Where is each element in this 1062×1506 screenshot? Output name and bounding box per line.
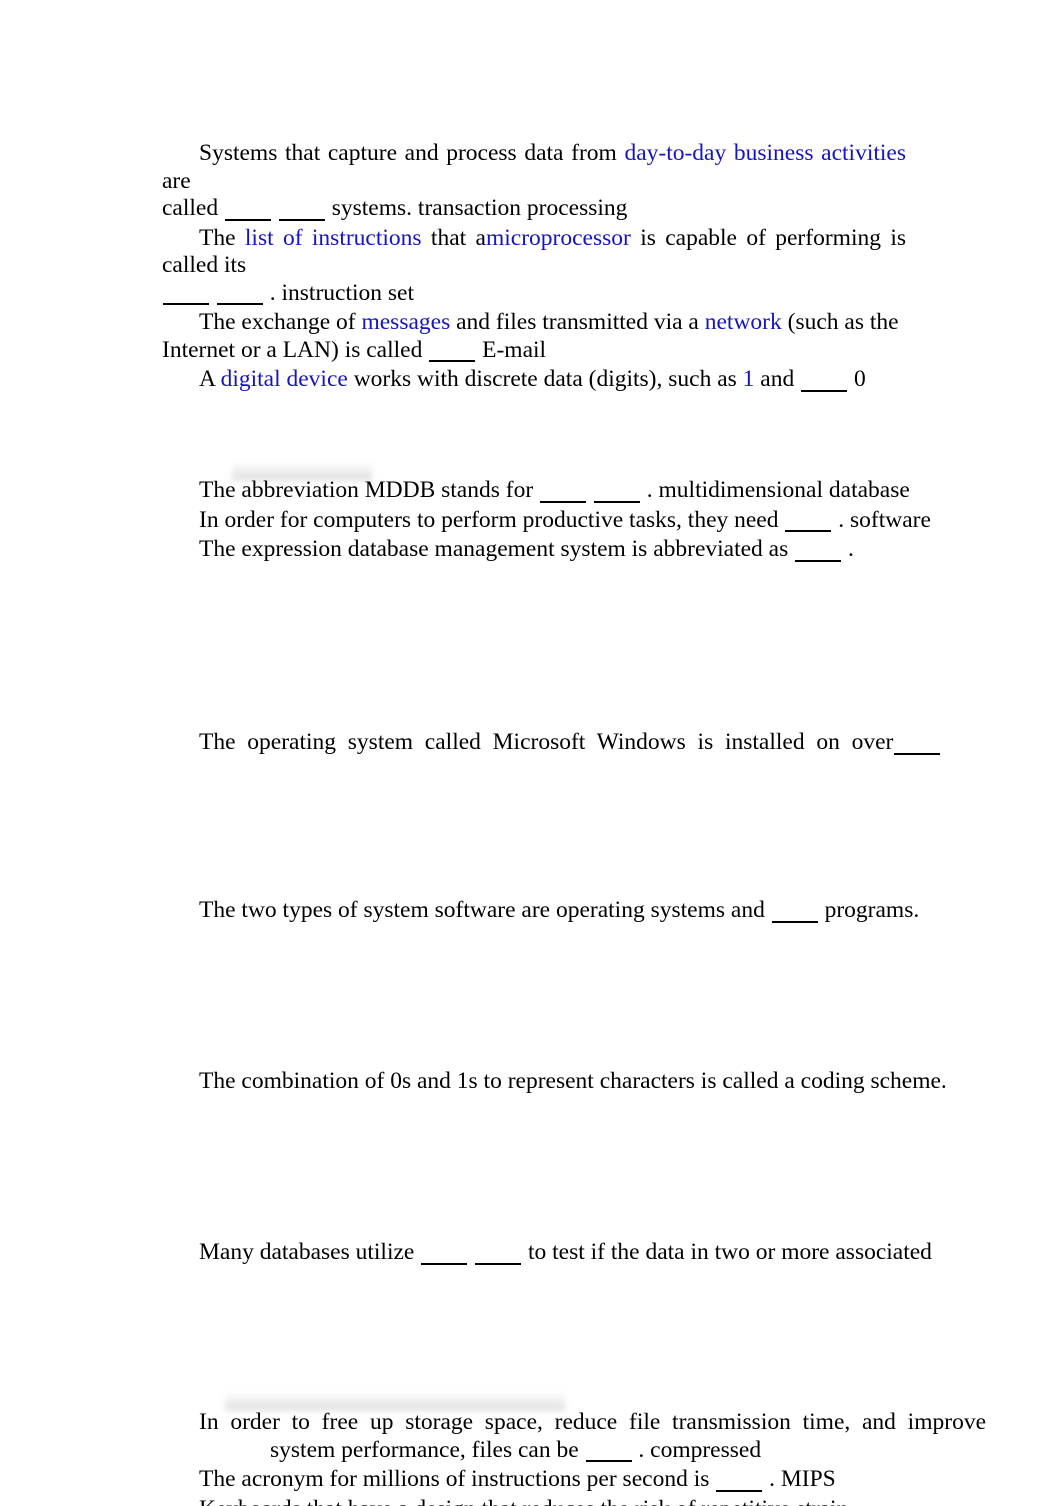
document-page: Systems that capture and process data fr… (0, 0, 1062, 1506)
question-1-line-2: called ____ ____ systems. transaction pr… (162, 195, 906, 225)
q3-answer: E-mail (482, 336, 547, 363)
q8-text: The operating system called Microsoft Wi… (199, 729, 894, 755)
question-block-3: The operating system called Microsoft Wi… (199, 729, 941, 759)
q9-tail: programs. (818, 897, 920, 923)
q1-line2-lead: called (162, 195, 224, 221)
q5-blank-sep (587, 477, 593, 503)
q13-blank-1[interactable]: ____ (716, 1462, 763, 1492)
q6-blank-1[interactable]: ____ (785, 503, 832, 532)
question-block-6: Many databases utilize ____ ____ to test… (199, 1239, 959, 1269)
q9-lead: The two types of system software are ope… (199, 897, 771, 923)
q7-blank-1[interactable]: ____ (795, 532, 842, 562)
q7-lead: The expression database management syste… (199, 536, 795, 562)
q3-line2-lead: Internet or a LAN) is called (162, 336, 429, 363)
q4-blank-1[interactable]: ____ (801, 362, 848, 392)
q3-line1-mid: and files transmitted via a (450, 309, 705, 335)
q2-blank-1[interactable]: ____ (163, 276, 209, 305)
q3-term-network: network (704, 309, 782, 335)
q5-lead: The abbreviation MDDB stands for (199, 477, 540, 503)
q5-blank-2[interactable]: ____ (593, 473, 640, 503)
question-12-line-2: system performance, files can be ____ . … (199, 1437, 908, 1467)
q6-answer: software (849, 506, 931, 533)
q2-blank-sep (210, 280, 216, 306)
q14-text: Keyboards that have a design that reduce… (199, 1496, 848, 1506)
question-13: The acronym for millions of instructions… (199, 1466, 908, 1496)
question-12-line-1: In order to free up storage space, reduc… (199, 1409, 986, 1437)
q2-blank-2[interactable]: ____ (216, 276, 263, 305)
q3-term-messages: messages (361, 309, 451, 335)
q1-answer: transaction processing (417, 195, 628, 221)
q2-line1-mid: that a (421, 224, 486, 251)
q11-blank-1[interactable]: ____ (421, 1235, 468, 1265)
q1-term-day-to-day: day-to-day business activities (624, 140, 906, 166)
q1-blank-2[interactable]: ____ (278, 191, 325, 221)
q5-answer: multidimensional database (658, 477, 910, 503)
q13-lead: The acronym for millions of instructions… (199, 1466, 716, 1492)
q2-term-microprocessor: microprocessor (485, 224, 631, 251)
question-block-5: The combination of 0s and 1s to represen… (199, 1068, 959, 1096)
q6-lead: In order for computers to perform produc… (199, 506, 785, 533)
q1-line1-tail: are (162, 167, 191, 194)
q11-blank-sep (468, 1239, 474, 1265)
question-3: The exchange of messages and files trans… (162, 309, 906, 337)
q3-line1-lead: The exchange of (199, 309, 362, 335)
q4-lead: A (199, 366, 221, 392)
q1-line1-lead: Systems that capture and process data fr… (199, 140, 625, 166)
q12-blank-1[interactable]: ____ (585, 1433, 632, 1462)
q11-tail: to test if the data in two or more assoc… (522, 1239, 932, 1265)
question-block-2: The abbreviation MDDB stands for ____ __… (199, 477, 959, 566)
q12-answer: compressed (650, 1436, 762, 1463)
question-8: The operating system called Microsoft Wi… (199, 729, 941, 759)
q2-term-list-of-instructions: list of instructions (244, 224, 422, 251)
question-11: Many databases utilize ____ ____ to test… (199, 1239, 959, 1269)
q11-blank-2[interactable]: ____ (475, 1235, 522, 1265)
q1-line2-mid: systems. (325, 195, 418, 221)
q4-term-digital-device: digital device (220, 366, 348, 392)
question-5: The abbreviation MDDB stands for ____ __… (199, 477, 959, 507)
q4-mid-1: works with discrete data (digits), such … (347, 366, 743, 392)
q5-blank-1[interactable]: ____ (540, 473, 587, 503)
q10-text: The combination of 0s and 1s to represen… (199, 1068, 947, 1094)
question-block-1: Systems that capture and process data fr… (162, 140, 906, 396)
question-2: The list of instructions that amicroproc… (162, 225, 906, 280)
q8-blank-1[interactable]: ____ (894, 725, 941, 755)
question-10: The combination of 0s and 1s to represen… (199, 1068, 959, 1096)
q13-mid: . (763, 1466, 781, 1492)
question-7: The expression database management syste… (199, 536, 959, 566)
q7-tail: . (842, 536, 854, 562)
q1-blank-1[interactable]: ____ (224, 191, 271, 221)
q3-line1-tail: (such as the (781, 309, 899, 335)
question-9: The two types of system software are ope… (199, 897, 959, 927)
q2-line2-mid: . (263, 279, 282, 306)
q6-mid: . (832, 506, 850, 533)
question-2-line-2: ____ ____ . instruction set (162, 280, 906, 310)
q1-blank-sep (272, 195, 278, 221)
question-3-line-2: Internet or a LAN) is called ____ E-mail (162, 337, 906, 367)
q4-mid-2: and (754, 366, 801, 392)
q5-mid: . (640, 477, 659, 503)
q13-answer: MIPS (780, 1466, 836, 1492)
q2-line1-lead: The (199, 224, 245, 251)
q4-term-one: 1 (742, 366, 755, 392)
question-block-4: The two types of system software are ope… (199, 897, 959, 927)
question-6: In order for computers to perform produc… (199, 507, 959, 537)
q3-blank-1[interactable]: ____ (429, 333, 476, 362)
question-4: A digital device works with discrete dat… (162, 366, 906, 396)
question-1: Systems that capture and process data fr… (162, 140, 906, 195)
q12-line2-mid: . (632, 1436, 651, 1463)
q12-line2-lead: system performance, files can be (270, 1436, 585, 1463)
question-14: Keyboards that have a design that reduce… (199, 1496, 908, 1506)
q11-lead: Many databases utilize (199, 1239, 421, 1265)
q9-blank-1[interactable]: ____ (771, 893, 818, 923)
q2-answer: instruction set (281, 279, 415, 306)
question-block-7: In order to free up storage space, reduc… (199, 1409, 986, 1506)
